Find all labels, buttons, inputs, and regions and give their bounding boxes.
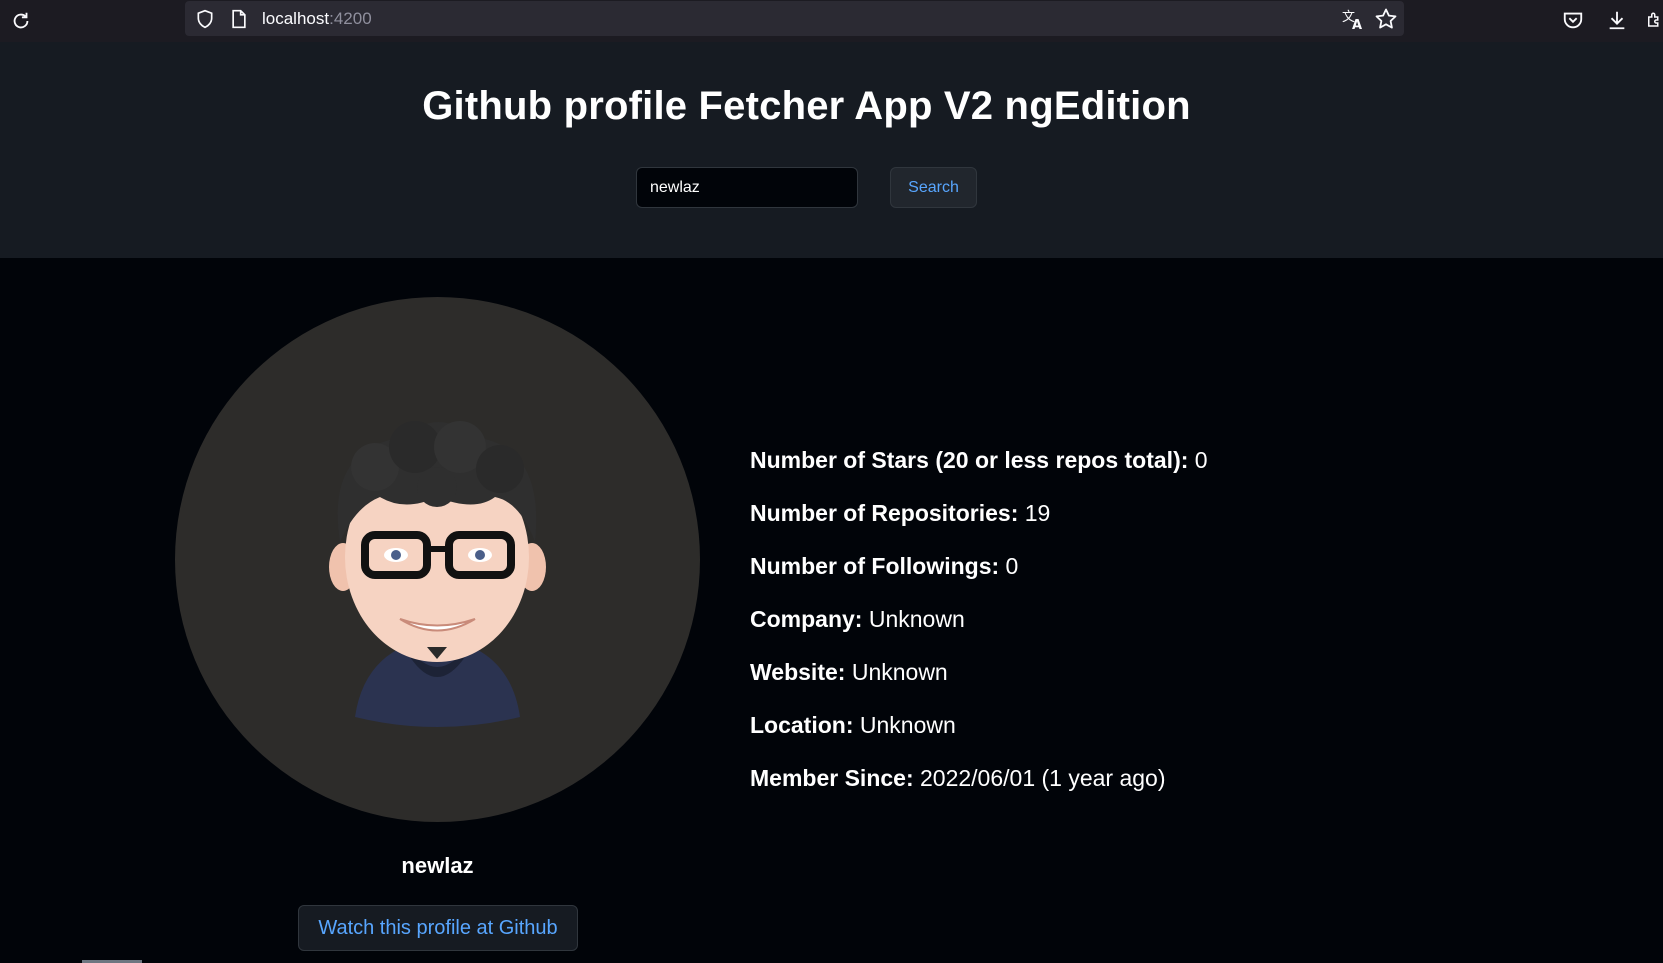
app-header: Github profile Fetcher App V2 ngEdition … xyxy=(0,42,1663,258)
svg-text:A: A xyxy=(1352,18,1362,31)
stat-label: Company: xyxy=(750,606,863,632)
browser-toolbar: localhost:4200 文A xyxy=(0,0,1663,43)
pocket-icon[interactable] xyxy=(1559,6,1587,34)
url-bar[interactable]: localhost:4200 文A xyxy=(185,1,1404,36)
stat-value: 0 xyxy=(1005,553,1019,579)
url-port: :4200 xyxy=(329,9,372,28)
stat-label: Website: xyxy=(750,659,846,685)
stat-label: Number of Followings: xyxy=(750,553,1000,579)
stat-value: 2022/06/01 (1 year ago) xyxy=(920,765,1166,791)
stat-label: Location: xyxy=(750,712,854,738)
star-icon[interactable] xyxy=(1374,7,1398,36)
stat-label: Number of Stars (20 or less repos total)… xyxy=(750,447,1189,473)
url-text[interactable]: localhost:4200 xyxy=(262,9,372,29)
stat-followings: Number of Followings: 0 xyxy=(750,553,1208,606)
stat-stars: Number of Stars (20 or less repos total)… xyxy=(750,447,1208,500)
stat-label: Number of Repositories: xyxy=(750,500,1019,526)
avatar-illustration xyxy=(329,421,546,727)
profile-username: newlaz xyxy=(401,853,474,878)
page-icon[interactable] xyxy=(230,9,248,34)
stat-value: Unknown xyxy=(868,606,965,632)
url-host: localhost xyxy=(262,9,330,28)
stat-label: Member Since: xyxy=(750,765,914,791)
avatar xyxy=(175,297,700,822)
shield-icon[interactable] xyxy=(195,9,215,34)
download-icon[interactable] xyxy=(1603,6,1631,34)
translate-icon[interactable]: 文A xyxy=(1341,7,1365,36)
page-title: Github profile Fetcher App V2 ngEdition xyxy=(422,84,1191,128)
stat-value: 0 xyxy=(1194,447,1208,473)
stat-company: Company: Unknown xyxy=(750,606,1208,659)
stat-value: 19 xyxy=(1024,500,1051,526)
extensions-icon[interactable] xyxy=(1645,6,1663,34)
search-button[interactable]: Search xyxy=(890,167,977,208)
search-input[interactable] xyxy=(636,167,858,208)
stat-location: Location: Unknown xyxy=(750,712,1208,765)
stat-repositories: Number of Repositories: 19 xyxy=(750,500,1208,553)
reload-icon[interactable] xyxy=(6,6,36,36)
stat-value: Unknown xyxy=(851,659,948,685)
profile-stats: Number of Stars (20 or less repos total)… xyxy=(750,447,1208,818)
stat-website: Website: Unknown xyxy=(750,659,1208,712)
stat-value: Unknown xyxy=(859,712,956,738)
watch-on-github-button[interactable]: Watch this profile at Github xyxy=(298,905,578,951)
stat-member-since: Member Since: 2022/06/01 (1 year ago) xyxy=(750,765,1208,818)
